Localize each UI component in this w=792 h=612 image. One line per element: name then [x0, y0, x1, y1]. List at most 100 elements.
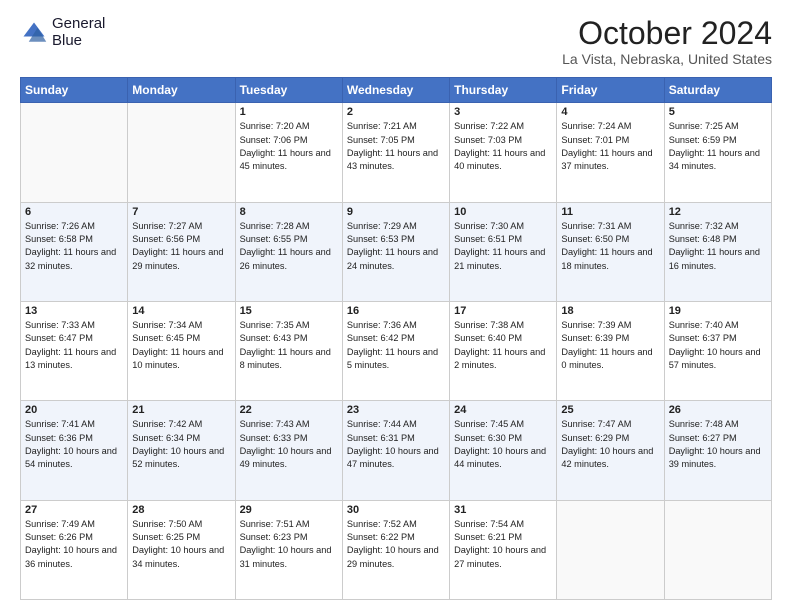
- table-row: 15 Sunrise: 7:35 AMSunset: 6:43 PMDayligh…: [235, 301, 342, 400]
- col-thursday: Thursday: [450, 78, 557, 103]
- header: General Blue October 2024 La Vista, Nebr…: [20, 16, 772, 67]
- table-row: 2 Sunrise: 7:21 AMSunset: 7:05 PMDaylight…: [342, 103, 449, 202]
- day-number: 22: [240, 404, 338, 416]
- day-number: 25: [561, 404, 659, 416]
- table-row: [557, 500, 664, 599]
- day-number: 21: [132, 404, 230, 416]
- table-row: 26Sunrise: 7:48 AMSunset: 6:27 PMDayligh…: [664, 401, 771, 500]
- day-info: Sunrise: 7:34 AMSunset: 6:45 PMDaylight:…: [132, 319, 230, 372]
- calendar-week-row: 20 Sunrise: 7:41 AMSunset: 6:36 PMDayligh…: [21, 401, 772, 500]
- day-number: 5: [669, 106, 767, 118]
- table-row: 13Sunrise: 7:33 AMSunset: 6:47 PMDayligh…: [21, 301, 128, 400]
- calendar-week-row: 1Sunrise: 7:20 AMSunset: 7:06 PMDaylight…: [21, 103, 772, 202]
- logo-text: General Blue: [52, 16, 105, 49]
- day-info: Sunrise: 7:40 AMSunset: 6:37 PMDaylight:…: [669, 319, 767, 372]
- col-monday: Monday: [128, 78, 235, 103]
- day-info: Sunrise: 7:42 AMSunset: 6:34 PMDaylight:…: [132, 418, 230, 471]
- table-row: 31Sunrise: 7:54 AMSunset: 6:21 PMDayligh…: [450, 500, 557, 599]
- table-row: 28 Sunrise: 7:50 AMSunset: 6:25 PMDayligh…: [128, 500, 235, 599]
- day-number: 10: [454, 206, 552, 218]
- day-info: Sunrise: 7:45 AMSunset: 6:30 PMDaylight:…: [454, 418, 552, 471]
- day-info: Sunrise: 7:32 AMSunset: 6:48 PMDaylight:…: [669, 220, 767, 273]
- day-info: Sunrise: 7:39 AMSunset: 6:39 PMDaylight:…: [561, 319, 659, 372]
- table-row: 24 Sunrise: 7:45 AMSunset: 6:30 PMDayligh…: [450, 401, 557, 500]
- day-info: Sunrise: 7:30 AMSunset: 6:51 PMDaylight:…: [454, 220, 552, 273]
- day-info: Sunrise: 7:31 AMSunset: 6:50 PMDaylight:…: [561, 220, 659, 273]
- title-block: October 2024 La Vista, Nebraska, United …: [562, 16, 772, 67]
- day-info: Sunrise: 7:21 AMSunset: 7:05 PMDaylight:…: [347, 120, 445, 173]
- day-info: Sunrise: 7:29 AMSunset: 6:53 PMDaylight:…: [347, 220, 445, 273]
- day-info: Sunrise: 7:28 AMSunset: 6:55 PMDaylight:…: [240, 220, 338, 273]
- page-title: October 2024: [562, 16, 772, 51]
- day-info: Sunrise: 7:36 AMSunset: 6:42 PMDaylight:…: [347, 319, 445, 372]
- calendar-table: Sunday Monday Tuesday Wednesday Thursday…: [20, 77, 772, 600]
- day-number: 27: [25, 504, 123, 516]
- day-number: 28: [132, 504, 230, 516]
- day-number: 29: [240, 504, 338, 516]
- day-info: Sunrise: 7:44 AMSunset: 6:31 PMDaylight:…: [347, 418, 445, 471]
- day-number: 11: [561, 206, 659, 218]
- day-number: 19: [669, 305, 767, 317]
- day-number: 9: [347, 206, 445, 218]
- col-friday: Friday: [557, 78, 664, 103]
- day-info: Sunrise: 7:41 AMSunset: 6:36 PMDaylight:…: [25, 418, 123, 471]
- table-row: 27 Sunrise: 7:49 AMSunset: 6:26 PMDayligh…: [21, 500, 128, 599]
- day-info: Sunrise: 7:50 AMSunset: 6:25 PMDaylight:…: [132, 518, 230, 571]
- day-number: 15: [240, 305, 338, 317]
- day-number: 3: [454, 106, 552, 118]
- table-row: 12 Sunrise: 7:32 AMSunset: 6:48 PMDayligh…: [664, 202, 771, 301]
- table-row: 25 Sunrise: 7:47 AMSunset: 6:29 PMDayligh…: [557, 401, 664, 500]
- day-number: 8: [240, 206, 338, 218]
- table-row: 18Sunrise: 7:39 AMSunset: 6:39 PMDayligh…: [557, 301, 664, 400]
- day-number: 30: [347, 504, 445, 516]
- day-number: 4: [561, 106, 659, 118]
- day-info: Sunrise: 7:25 AMSunset: 6:59 PMDaylight:…: [669, 120, 767, 173]
- day-info: Sunrise: 7:35 AMSunset: 6:43 PMDaylight:…: [240, 319, 338, 372]
- day-info: Sunrise: 7:51 AMSunset: 6:23 PMDaylight:…: [240, 518, 338, 571]
- table-row: 22 Sunrise: 7:43 AMSunset: 6:33 PMDayligh…: [235, 401, 342, 500]
- day-number: 26: [669, 404, 767, 416]
- day-number: 12: [669, 206, 767, 218]
- table-row: 9 Sunrise: 7:29 AMSunset: 6:53 PMDaylight…: [342, 202, 449, 301]
- day-number: 23: [347, 404, 445, 416]
- col-saturday: Saturday: [664, 78, 771, 103]
- table-row: 1Sunrise: 7:20 AMSunset: 7:06 PMDaylight…: [235, 103, 342, 202]
- logo-icon: [20, 19, 48, 47]
- day-info: Sunrise: 7:47 AMSunset: 6:29 PMDaylight:…: [561, 418, 659, 471]
- table-row: 30 Sunrise: 7:52 AMSunset: 6:22 PMDayligh…: [342, 500, 449, 599]
- logo: General Blue: [20, 16, 105, 49]
- table-row: 4 Sunrise: 7:24 AMSunset: 7:01 PMDaylight…: [557, 103, 664, 202]
- table-row: 19 Sunrise: 7:40 AMSunset: 6:37 PMDayligh…: [664, 301, 771, 400]
- day-number: 24: [454, 404, 552, 416]
- calendar-week-row: 27 Sunrise: 7:49 AMSunset: 6:26 PMDayligh…: [21, 500, 772, 599]
- day-number: 13: [25, 305, 123, 317]
- table-row: 23 Sunrise: 7:44 AMSunset: 6:31 PMDayligh…: [342, 401, 449, 500]
- day-info: Sunrise: 7:52 AMSunset: 6:22 PMDaylight:…: [347, 518, 445, 571]
- logo-line1: General: [52, 16, 105, 33]
- day-number: 20: [25, 404, 123, 416]
- table-row: 21 Sunrise: 7:42 AMSunset: 6:34 PMDayligh…: [128, 401, 235, 500]
- day-number: 17: [454, 305, 552, 317]
- table-row: [21, 103, 128, 202]
- day-info: Sunrise: 7:26 AMSunset: 6:58 PMDaylight:…: [25, 220, 123, 273]
- table-row: 7Sunrise: 7:27 AMSunset: 6:56 PMDaylight…: [128, 202, 235, 301]
- col-sunday: Sunday: [21, 78, 128, 103]
- day-info: Sunrise: 7:38 AMSunset: 6:40 PMDaylight:…: [454, 319, 552, 372]
- day-number: 1: [240, 106, 338, 118]
- day-number: 2: [347, 106, 445, 118]
- table-row: 20 Sunrise: 7:41 AMSunset: 6:36 PMDayligh…: [21, 401, 128, 500]
- day-info: Sunrise: 7:43 AMSunset: 6:33 PMDaylight:…: [240, 418, 338, 471]
- table-row: [128, 103, 235, 202]
- table-row: 29 Sunrise: 7:51 AMSunset: 6:23 PMDayligh…: [235, 500, 342, 599]
- day-number: 7: [132, 206, 230, 218]
- day-info: Sunrise: 7:24 AMSunset: 7:01 PMDaylight:…: [561, 120, 659, 173]
- logo-line2: Blue: [52, 33, 105, 50]
- table-row: 16Sunrise: 7:36 AMSunset: 6:42 PMDayligh…: [342, 301, 449, 400]
- day-info: Sunrise: 7:54 AMSunset: 6:21 PMDaylight:…: [454, 518, 552, 571]
- table-row: 3Sunrise: 7:22 AMSunset: 7:03 PMDaylight…: [450, 103, 557, 202]
- calendar-week-row: 6Sunrise: 7:26 AMSunset: 6:58 PMDaylight…: [21, 202, 772, 301]
- day-info: Sunrise: 7:49 AMSunset: 6:26 PMDaylight:…: [25, 518, 123, 571]
- table-row: [664, 500, 771, 599]
- calendar-week-row: 13Sunrise: 7:33 AMSunset: 6:47 PMDayligh…: [21, 301, 772, 400]
- col-tuesday: Tuesday: [235, 78, 342, 103]
